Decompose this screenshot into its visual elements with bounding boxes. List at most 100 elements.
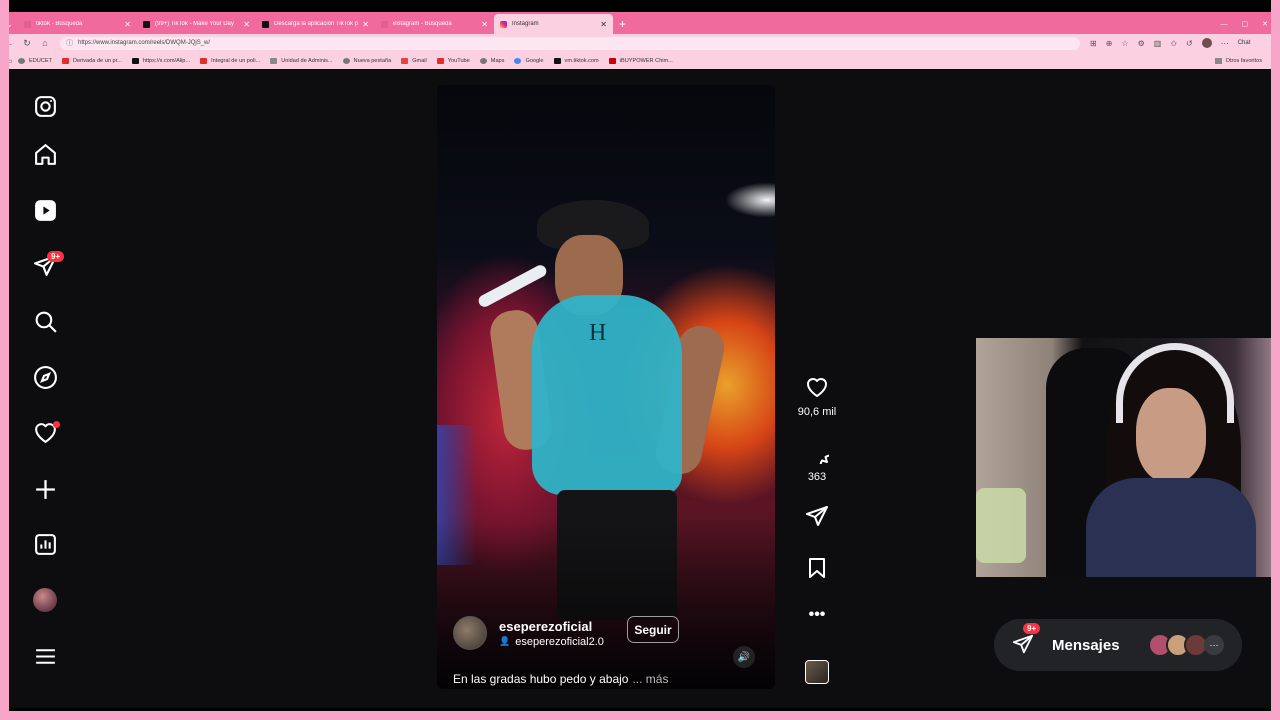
- bookmark-item[interactable]: Unidad de Adminis...: [270, 57, 333, 64]
- messages-button[interactable]: 9+ Mensajes ⋯: [994, 619, 1242, 671]
- split-screen-icon[interactable]: ▥: [1154, 39, 1162, 48]
- video-shirt: [532, 295, 682, 495]
- bookmark-list: EDUCET Derivada de un pr... https://x.com/…: [18, 57, 683, 64]
- bookmark-item[interactable]: Derivada de un pr...: [62, 57, 122, 64]
- comment-action: 363: [795, 440, 842, 483]
- close-tab-icon[interactable]: ✕: [481, 20, 488, 29]
- other-bookmarks-label: Otros favoritos: [1225, 57, 1262, 64]
- new-tab-button[interactable]: +: [613, 14, 632, 34]
- bookmark-item[interactable]: iBUYPOWER Chim...: [608, 57, 673, 64]
- bookmark-item[interactable]: Integral de un poli...: [200, 57, 261, 64]
- browser-tab[interactable]: Descarga la aplicación TikTok para...✕: [256, 14, 375, 34]
- bookmark-icon[interactable]: [805, 556, 829, 580]
- messages-label: Mensajes: [1052, 636, 1120, 654]
- tagged-username: eseperezoficial2.0: [515, 635, 604, 648]
- zoom-icon[interactable]: ⊕: [1106, 39, 1113, 48]
- bookmark-item[interactable]: https://x.com/Alip...: [131, 57, 191, 64]
- dashboard-nav-icon[interactable]: [30, 529, 60, 559]
- globe-icon: [18, 57, 25, 64]
- home-icon[interactable]: ⌂: [36, 38, 54, 48]
- minimize-icon[interactable]: —: [1221, 21, 1228, 28]
- share-action: [795, 504, 839, 533]
- url-text: https://www.instagram.com/reels/DWQM-JQj…: [78, 40, 211, 46]
- menu-dots-icon[interactable]: ⋯: [1221, 39, 1229, 48]
- share-icon[interactable]: [805, 504, 829, 528]
- bookmark-item[interactable]: EDUCET: [18, 57, 52, 64]
- speaker-icon[interactable]: 🔊: [733, 646, 755, 668]
- follow-button[interactable]: Seguir: [627, 616, 679, 643]
- comment-icon[interactable]: [805, 440, 842, 477]
- close-window-icon[interactable]: ✕: [1262, 20, 1268, 28]
- generic-icon: [270, 57, 278, 64]
- browser-tab[interactable]: (99+) TikTok - Make Your Day ✕: [137, 14, 256, 34]
- folder-icon: [1214, 57, 1222, 64]
- copilot-chat-button[interactable]: Chat: [1238, 40, 1251, 46]
- author-username[interactable]: eseperezoficial: [499, 619, 604, 634]
- reel-video[interactable]: H eseperezoficial 👤 eseperezoficial2.0 S…: [437, 85, 775, 689]
- bookmark-label: https://x.com/Alip...: [142, 57, 191, 64]
- bookmarks-toggle-icon[interactable]: ▭: [0, 57, 18, 65]
- close-tab-icon[interactable]: ✕: [124, 20, 131, 29]
- browser-tab[interactable]: instagram - Búsqueda ✕: [375, 14, 494, 34]
- close-tab-icon[interactable]: ✕: [243, 20, 250, 29]
- extensions-icon[interactable]: ⚙: [1138, 39, 1145, 48]
- like-count: 90,6 mil: [797, 406, 837, 418]
- gmail-icon: [401, 57, 409, 64]
- close-tab-icon[interactable]: ✕: [600, 20, 607, 29]
- maximize-icon[interactable]: ▢: [1242, 20, 1249, 28]
- instagram-favicon-icon: [500, 20, 507, 28]
- browser-tools: ⊞ ⊕ ☆ ⚙ ▥ ✩ ↺ ⋯ Chat: [1090, 38, 1250, 48]
- site-info-icon[interactable]: ⓘ: [66, 38, 73, 48]
- caption-more-link[interactable]: ... más: [632, 672, 668, 686]
- heart-icon[interactable]: [805, 375, 829, 399]
- back-icon[interactable]: ←: [0, 38, 18, 48]
- bookmark-item[interactable]: Nueva pestaña: [342, 57, 391, 64]
- ibuypower-icon: [608, 57, 616, 64]
- bookmark-label: Gmail: [412, 57, 427, 64]
- profile-avatar[interactable]: [1201, 38, 1212, 48]
- bookmark-item[interactable]: YouTube: [436, 57, 470, 64]
- bookmark-label: YouTube: [447, 57, 470, 64]
- history-icon[interactable]: ↺: [1186, 39, 1193, 48]
- home-nav-icon[interactable]: [30, 139, 60, 169]
- reload-icon[interactable]: ↻: [18, 38, 36, 49]
- create-nav-icon[interactable]: [30, 474, 60, 504]
- youtube-icon: [62, 57, 69, 64]
- tab-title: tiktok - Búsqueda: [36, 21, 83, 27]
- bookmark-item[interactable]: Google: [514, 57, 544, 64]
- search-nav-icon[interactable]: [30, 306, 60, 336]
- bookmark-label: EDUCET: [29, 57, 52, 64]
- bookmark-item[interactable]: vm.tiktok.com: [553, 57, 599, 64]
- bookmark-item[interactable]: Maps: [479, 57, 505, 64]
- tab-search-dropdown[interactable]: ⌄: [0, 14, 18, 34]
- bookmark-label: Integral de un poli...: [211, 57, 261, 64]
- browser-tab[interactable]: Instagram ✕: [494, 14, 613, 34]
- person-icon: 👤: [499, 636, 511, 646]
- youtube-icon: [200, 57, 208, 64]
- more-options-icon[interactable]: •••: [795, 606, 839, 624]
- url-bar[interactable]: ⓘ https://www.instagram.com/reels/DWQM-J…: [60, 36, 1080, 50]
- save-action: [795, 556, 839, 585]
- other-bookmarks[interactable]: Otros favoritos: [1214, 57, 1262, 64]
- bookmark-item[interactable]: Gmail: [401, 57, 427, 64]
- instagram-logo-icon[interactable]: [30, 91, 60, 121]
- author-avatar[interactable]: [453, 616, 487, 650]
- address-toolbar: ← ↻ ⌂ ⓘ https://www.instagram.com/reels/…: [0, 34, 1280, 52]
- messages-badge: 9+: [1023, 623, 1041, 634]
- explore-nav-icon[interactable]: [30, 362, 60, 392]
- more-menu-icon[interactable]: [30, 641, 60, 671]
- app-available-icon[interactable]: ⊞: [1090, 39, 1097, 48]
- favorite-star-icon[interactable]: ☆: [1121, 39, 1128, 48]
- close-tab-icon[interactable]: ✕: [362, 20, 369, 29]
- reels-nav-icon[interactable]: [30, 195, 60, 225]
- favorites-icon[interactable]: ✩: [1170, 39, 1177, 48]
- tiktok-favicon-icon: [262, 20, 269, 28]
- tagged-user[interactable]: 👤 eseperezoficial2.0: [499, 636, 604, 648]
- instagram-page: 9+ H eseperezoficial 👤 eseperezoficial2.…: [9, 70, 1271, 708]
- audio-thumbnail[interactable]: [805, 660, 829, 684]
- browser-tab[interactable]: tiktok - Búsqueda ✕: [18, 14, 137, 34]
- profile-nav-avatar[interactable]: [33, 588, 57, 612]
- bookmark-label: Maps: [490, 57, 505, 64]
- bookmarks-bar: ▭ EDUCET Derivada de un pr... https://x.co…: [0, 52, 1280, 69]
- bookmark-label: iBUYPOWER Chim...: [619, 57, 673, 64]
